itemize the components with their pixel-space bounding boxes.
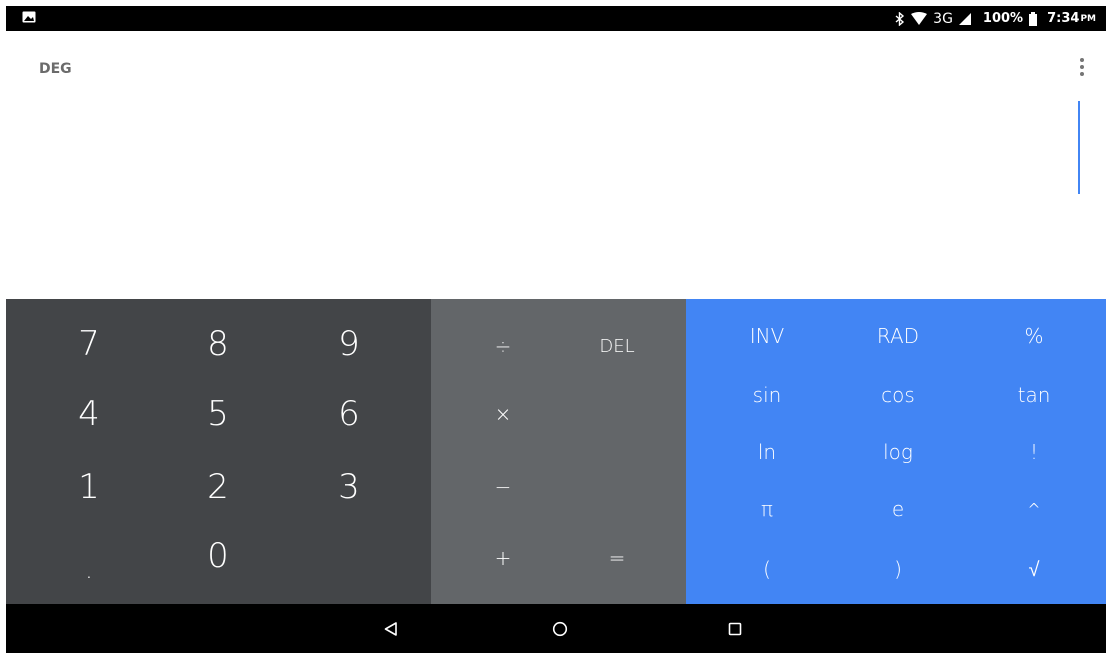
status-left	[6, 11, 36, 27]
signal-icon	[958, 12, 971, 25]
digit-1-button[interactable]: 1	[39, 452, 139, 522]
equals-button[interactable]: =	[567, 523, 667, 593]
digit-5-button[interactable]: 5	[168, 379, 268, 449]
left-paren-button[interactable]: (	[717, 539, 817, 599]
angle-mode-label: DEG	[39, 61, 72, 77]
status-time: 7:34 PM	[1047, 11, 1096, 26]
log-button[interactable]: log	[848, 422, 948, 482]
home-icon[interactable]	[547, 616, 573, 642]
tan-button[interactable]: tan	[984, 365, 1084, 425]
cos-button[interactable]: cos	[848, 365, 948, 425]
e-button[interactable]: e	[848, 479, 948, 539]
divide-button[interactable]: ÷	[453, 311, 553, 381]
rad-button[interactable]: RAD	[848, 306, 948, 366]
back-icon[interactable]	[378, 616, 404, 642]
decimal-point-button[interactable]: .	[39, 535, 139, 605]
formula-input[interactable]	[36, 91, 1066, 203]
calculator-screen: 3G 100% 7:34PM DEG 7 8 9 4 5 6 1 2 3 .	[0, 0, 1108, 653]
digit-0-button[interactable]: 0	[168, 521, 268, 591]
calculator-display: DEG	[6, 31, 1106, 299]
square-root-button[interactable]: √	[984, 539, 1084, 599]
power-button[interactable]: ^	[984, 479, 1084, 539]
ln-button[interactable]: ln	[717, 422, 817, 482]
factorial-button[interactable]: !	[984, 422, 1084, 482]
recents-icon[interactable]	[722, 616, 748, 642]
advanced-pad: INV RAD % sin cos tan ln log ! π e ^ ( )…	[686, 299, 1106, 604]
inv-button[interactable]: INV	[717, 306, 817, 366]
status-bar: 3G 100% 7:34 PM	[6, 6, 1106, 31]
bluetooth-icon	[895, 11, 905, 26]
image-icon	[22, 11, 36, 27]
wifi-icon	[911, 12, 928, 25]
digit-4-button[interactable]: 4	[39, 379, 139, 449]
operator-pad: ÷ DEL × − + =	[431, 299, 686, 604]
numeric-pad: 7 8 9 4 5 6 1 2 3 . 0	[6, 299, 431, 604]
digit-2-button[interactable]: 2	[168, 452, 268, 522]
delete-button[interactable]: DEL	[567, 311, 667, 381]
clock-ampm: PM	[1080, 13, 1096, 24]
pi-button[interactable]: π	[717, 479, 817, 539]
navigation-bar	[6, 604, 1106, 653]
battery-percent: 100%	[982, 11, 1024, 26]
digit-7-button[interactable]: 7	[39, 309, 139, 379]
multiply-button[interactable]: ×	[453, 379, 553, 449]
digit-9-button[interactable]: 9	[299, 309, 399, 379]
status-right: 3G 100% 7:34 PM	[895, 11, 1106, 27]
text-cursor	[1078, 101, 1080, 194]
overflow-menu-icon[interactable]	[1076, 55, 1088, 79]
minus-button[interactable]: −	[453, 452, 553, 522]
plus-button[interactable]: +	[453, 523, 553, 593]
percent-button[interactable]: %	[984, 306, 1084, 366]
battery-icon	[1029, 11, 1038, 26]
clock-time: 7:34	[1047, 11, 1080, 26]
sin-button[interactable]: sin	[717, 365, 817, 425]
digit-8-button[interactable]: 8	[168, 309, 268, 379]
digit-6-button[interactable]: 6	[299, 379, 399, 449]
digit-3-button[interactable]: 3	[299, 452, 399, 522]
right-paren-button[interactable]: )	[848, 539, 948, 599]
network-type: 3G	[933, 10, 953, 27]
